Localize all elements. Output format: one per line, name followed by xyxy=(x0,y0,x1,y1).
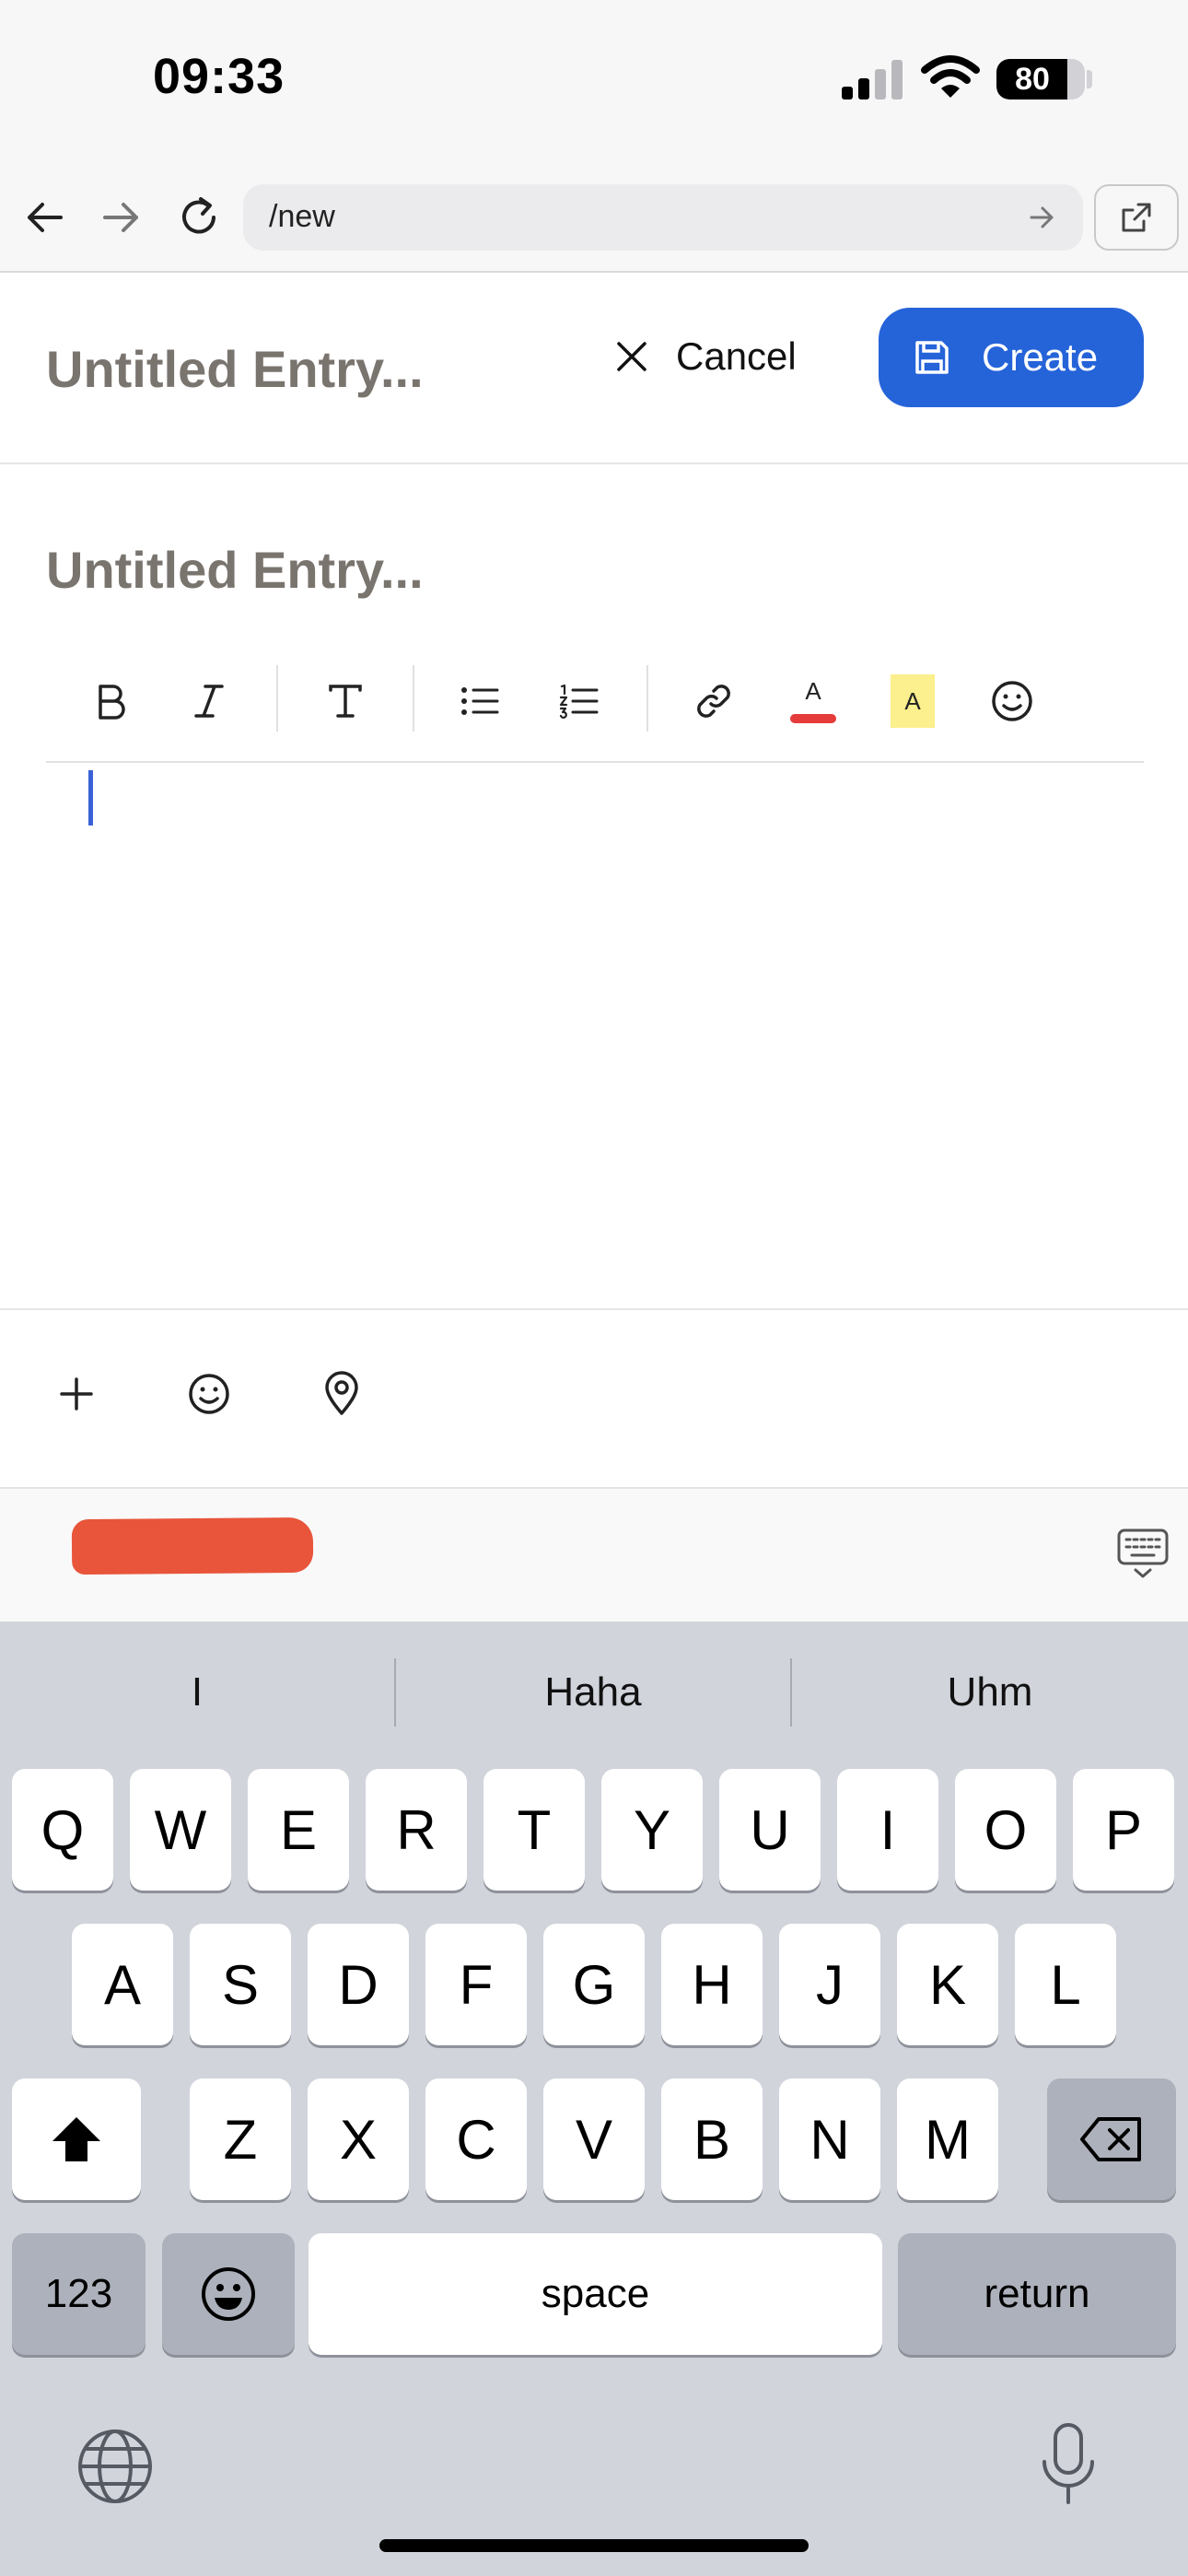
back-arrow-icon[interactable] xyxy=(17,190,72,245)
numbered-list-icon[interactable] xyxy=(547,669,611,733)
italic-icon[interactable] xyxy=(177,669,241,733)
link-icon[interactable] xyxy=(681,669,746,733)
home-indicator xyxy=(379,2539,809,2552)
highlight-letter: A xyxy=(904,686,921,715)
keyboard-dismiss-icon[interactable] xyxy=(1116,1528,1170,1579)
entry-body-editor[interactable] xyxy=(46,765,1144,1299)
create-button[interactable]: Create xyxy=(879,308,1144,407)
numbers-key[interactable]: 123 xyxy=(12,2233,146,2355)
emoji-icon xyxy=(202,2267,255,2321)
battery-percent: 80 xyxy=(1015,62,1050,97)
suggestion-item[interactable]: Haha xyxy=(396,1658,790,1727)
toolbar-divider xyxy=(413,665,414,732)
key-n[interactable]: N xyxy=(779,2078,880,2200)
emoji-icon[interactable] xyxy=(177,1362,241,1426)
key-w[interactable]: W xyxy=(130,1769,231,1891)
go-arrow-icon[interactable] xyxy=(1028,203,1057,232)
toolbar-divider xyxy=(646,665,648,732)
shift-key[interactable] xyxy=(12,2078,141,2200)
key-x[interactable]: X xyxy=(308,2078,409,2200)
key-g[interactable]: G xyxy=(543,1924,645,2045)
key-b[interactable]: B xyxy=(661,2078,763,2200)
bold-icon[interactable] xyxy=(77,669,142,733)
text-style-icon[interactable] xyxy=(313,669,378,733)
add-icon[interactable] xyxy=(44,1362,109,1426)
suggestion-item[interactable]: Uhm xyxy=(792,1658,1188,1727)
key-z[interactable]: Z xyxy=(190,2078,291,2200)
return-key[interactable]: return xyxy=(898,2233,1176,2355)
reload-icon[interactable] xyxy=(171,190,227,245)
key-a[interactable]: A xyxy=(72,1924,173,2045)
cancel-button[interactable]: Cancel xyxy=(615,322,797,391)
cellular-signal-icon xyxy=(840,59,904,100)
battery-indicator: 80 xyxy=(996,59,1085,100)
text-color-letter: A xyxy=(805,677,821,705)
forward-arrow-icon[interactable] xyxy=(94,190,149,245)
save-icon xyxy=(915,341,949,374)
key-f[interactable]: F xyxy=(425,1924,527,2045)
entry-actions-bar xyxy=(0,1308,1188,1489)
backspace-icon xyxy=(1080,2117,1141,2161)
cancel-label: Cancel xyxy=(676,334,797,378)
url-text[interactable]: /new xyxy=(269,199,335,235)
globe-icon[interactable] xyxy=(76,2427,155,2506)
emoji-icon[interactable] xyxy=(980,669,1044,733)
highlight-icon[interactable]: A xyxy=(880,669,945,733)
key-s[interactable]: S xyxy=(190,1924,291,2045)
status-time: 09:33 xyxy=(153,49,285,104)
key-t[interactable]: T xyxy=(483,1769,585,1891)
key-i[interactable]: I xyxy=(837,1769,938,1891)
text-color-icon[interactable]: A xyxy=(781,669,845,733)
location-pin-icon[interactable] xyxy=(309,1362,374,1426)
formatting-toolbar: A A xyxy=(46,649,1144,763)
key-d[interactable]: D xyxy=(308,1924,409,2045)
key-v[interactable]: V xyxy=(543,2078,645,2200)
shift-icon xyxy=(52,2117,100,2161)
bullet-list-icon[interactable] xyxy=(448,669,512,733)
text-color-swatch xyxy=(790,714,836,723)
microphone-icon[interactable] xyxy=(1039,2421,1098,2506)
close-icon xyxy=(617,342,646,371)
key-y[interactable]: Y xyxy=(601,1769,703,1891)
key-m[interactable]: M xyxy=(897,2078,998,2200)
key-j[interactable]: J xyxy=(779,1924,880,2045)
key-p[interactable]: P xyxy=(1073,1769,1174,1891)
suggestion-item[interactable]: I xyxy=(0,1658,394,1727)
key-o[interactable]: O xyxy=(955,1769,1056,1891)
key-c[interactable]: C xyxy=(425,2078,527,2200)
wifi-icon xyxy=(921,55,980,100)
url-field[interactable] xyxy=(243,184,1083,251)
key-u[interactable]: U xyxy=(719,1769,821,1891)
open-external-button[interactable] xyxy=(1094,184,1179,251)
key-e[interactable]: E xyxy=(248,1769,349,1891)
emoji-key[interactable] xyxy=(162,2233,295,2355)
space-key[interactable]: space xyxy=(309,2233,882,2355)
key-r[interactable]: R xyxy=(366,1769,467,1891)
key-k[interactable]: K xyxy=(897,1924,998,2045)
open-external-icon xyxy=(1122,203,1151,232)
key-l[interactable]: L xyxy=(1015,1924,1116,2045)
highlight-swatch: A xyxy=(891,674,935,728)
backspace-key[interactable] xyxy=(1047,2078,1176,2200)
battery-nub xyxy=(1087,70,1092,88)
key-h[interactable]: H xyxy=(661,1924,763,2045)
redaction-mark xyxy=(71,1516,314,1575)
toolbar-divider xyxy=(276,665,278,732)
header-title: Untitled Entry... xyxy=(46,340,424,398)
key-q[interactable]: Q xyxy=(12,1769,113,1891)
entry-title-input[interactable]: Untitled Entry... xyxy=(46,540,424,600)
create-label: Create xyxy=(982,335,1099,379)
